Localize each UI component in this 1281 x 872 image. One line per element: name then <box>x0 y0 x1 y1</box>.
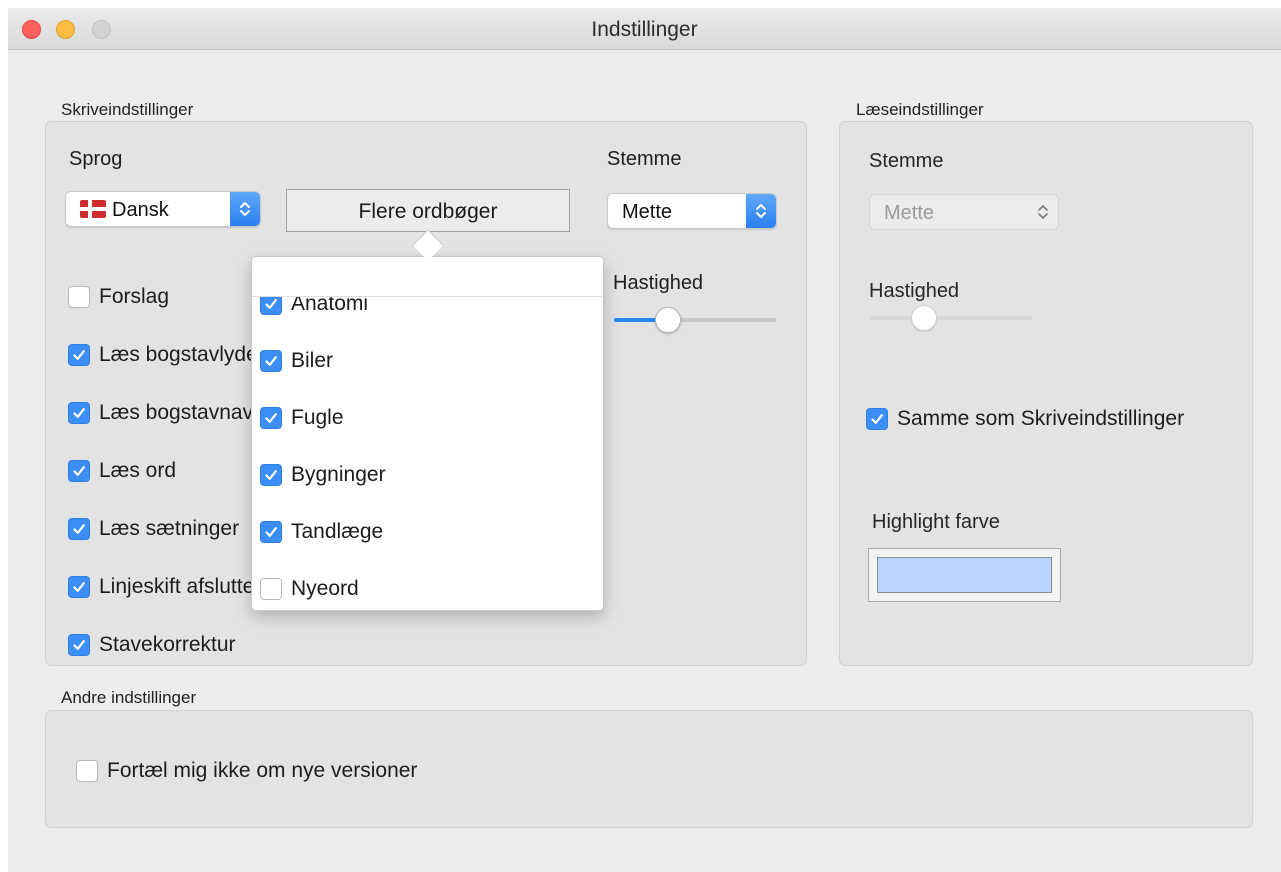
dictionary-item[interactable]: Fugle <box>260 405 344 431</box>
no-updates-label: Fortæl mig ikke om nye versioner <box>107 759 418 782</box>
more-dictionaries-button[interactable]: Flere ordbøger <box>286 189 570 232</box>
reading-speed-slider <box>870 305 1032 331</box>
writing-option-checkbox[interactable]: Læs sætninger <box>68 516 239 542</box>
slider-knob[interactable] <box>654 307 681 333</box>
updown-arrows-icon <box>230 192 260 226</box>
same-as-writing-checkbox[interactable]: Samme som Skriveindstillinger <box>866 406 1184 432</box>
other-settings-label: Andre indstillinger <box>61 688 197 707</box>
dictionary-item-label: Tandlæge <box>291 520 384 543</box>
writing-option-checkbox-label: Stavekorrektur <box>99 633 236 656</box>
checkbox-icon[interactable] <box>260 350 282 372</box>
dictionary-item-label: Biler <box>291 349 334 372</box>
writing-option-checkbox-label: Læs ord <box>99 459 177 482</box>
checkbox-icon[interactable] <box>68 576 90 598</box>
speed-slider[interactable] <box>614 307 776 333</box>
check-mark-icon <box>870 412 884 426</box>
writing-option-checkbox[interactable]: Læs bogstavnavne <box>68 400 276 426</box>
writing-option-checkbox-label: Læs bogstavlyde <box>99 343 258 366</box>
language-popup-value: Dansk <box>80 199 169 222</box>
checkbox-icon[interactable] <box>68 402 90 424</box>
checkbox-icon[interactable] <box>260 464 282 486</box>
slider-knob <box>910 305 937 331</box>
check-mark-icon <box>72 464 86 478</box>
checkbox-icon[interactable] <box>260 407 282 429</box>
check-mark-icon <box>72 522 86 536</box>
check-mark-icon <box>264 297 278 311</box>
updown-arrows-icon <box>746 194 776 228</box>
no-updates-checkbox[interactable]: Fortæl mig ikke om nye versioner <box>76 758 417 784</box>
writing-option-checkbox[interactable]: Stavekorrektur <box>68 632 236 658</box>
writing-option-checkbox[interactable]: Læs bogstavlyde <box>68 342 258 368</box>
highlight-heading: Highlight farve <box>872 511 1000 533</box>
reading-voice-heading: Stemme <box>869 150 944 172</box>
voice-popup-value: Mette <box>622 201 673 223</box>
dictionary-item[interactable]: Tandlæge <box>260 519 383 545</box>
check-mark-icon <box>264 525 278 539</box>
reading-speed-heading: Hastighed <box>869 280 960 302</box>
checkbox-icon[interactable] <box>68 634 90 656</box>
dictionaries-popover: Anatomi Biler Fugle Bygninger Tandlæge Nyeord <box>251 256 604 611</box>
highlight-color-well[interactable] <box>868 548 1061 602</box>
same-as-writing-label: Samme som Skriveindstillinger <box>897 407 1185 430</box>
dictionary-item-label: Nyeord <box>291 577 359 600</box>
check-mark-icon <box>72 348 86 362</box>
title-bar[interactable]: Indstillinger <box>8 8 1281 50</box>
checkbox-icon[interactable] <box>866 408 888 430</box>
writing-option-checkbox-label: Læs sætninger <box>99 517 240 540</box>
voice-heading: Stemme <box>607 148 682 170</box>
check-mark-icon <box>264 354 278 368</box>
check-mark-icon <box>72 638 86 652</box>
language-popup[interactable]: Dansk <box>65 191 261 227</box>
checkbox-icon[interactable] <box>68 286 90 308</box>
checkbox-icon[interactable] <box>68 344 90 366</box>
reading-voice-popup: Mette <box>869 194 1059 230</box>
window-title: Indstillinger <box>591 18 698 41</box>
danish-flag-icon <box>80 200 106 218</box>
writing-option-checkbox[interactable]: Læs ord <box>68 458 176 484</box>
dictionary-search-field[interactable] <box>252 257 603 297</box>
checkbox-icon[interactable] <box>260 521 282 543</box>
language-heading: Sprog <box>69 148 123 170</box>
dictionary-item-label: Bygninger <box>291 463 386 486</box>
updown-arrows-icon <box>1028 195 1058 229</box>
check-mark-icon <box>72 580 86 594</box>
checkbox-icon[interactable] <box>76 760 98 782</box>
writing-settings-label: Skriveindstillinger <box>61 100 194 119</box>
reading-voice-value: Mette <box>884 202 935 224</box>
dictionary-item-label: Fugle <box>291 406 344 429</box>
dictionary-item[interactable]: Nyeord <box>260 576 359 602</box>
slider-track <box>870 316 1032 320</box>
check-mark-icon <box>264 468 278 482</box>
dictionary-item[interactable]: Biler <box>260 348 333 374</box>
check-mark-icon <box>72 406 86 420</box>
check-mark-icon <box>264 411 278 425</box>
checkbox-icon[interactable] <box>68 518 90 540</box>
writing-option-checkbox-label: Læs bogstavnavne <box>99 401 277 424</box>
preferences-window: Indstillinger Skriveindstillinger Sprog … <box>8 8 1281 872</box>
checkbox-icon[interactable] <box>260 578 282 600</box>
reading-settings-label: Læseindstillinger <box>856 100 984 119</box>
writing-option-checkbox[interactable]: Forslag <box>68 284 169 310</box>
checkbox-icon[interactable] <box>68 460 90 482</box>
voice-popup[interactable]: Mette <box>607 193 777 229</box>
dictionary-item[interactable]: Bygninger <box>260 462 386 488</box>
language-value-text: Dansk <box>112 199 169 221</box>
writing-option-checkbox-label: Forslag <box>99 285 170 308</box>
highlight-color-swatch <box>877 557 1052 593</box>
speed-heading: Hastighed <box>613 272 704 294</box>
